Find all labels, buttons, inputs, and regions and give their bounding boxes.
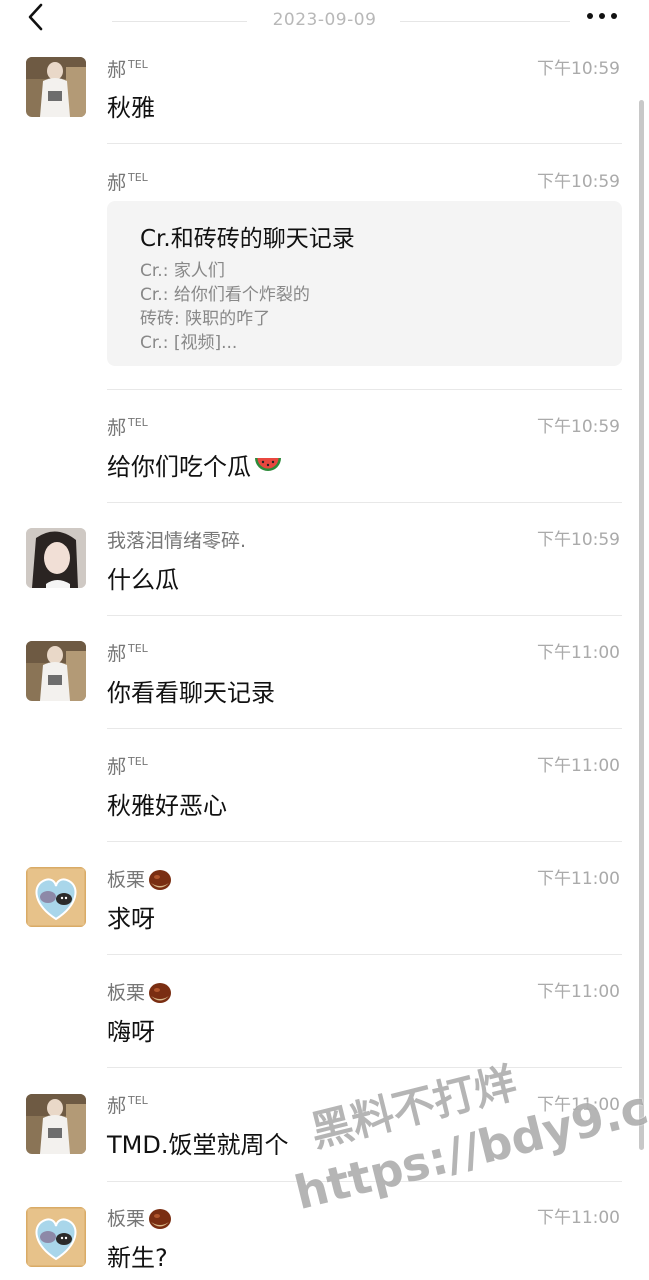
divider bbox=[107, 954, 622, 955]
message-text: 你看看聊天记录 bbox=[107, 679, 275, 707]
watermark-line-1: 黑料不打烊 bbox=[305, 1058, 522, 1157]
divider bbox=[107, 143, 622, 144]
sender-suffix: TEL bbox=[128, 642, 148, 655]
chat-record-line: Cr.: 给你们看个炸裂的 bbox=[140, 285, 310, 305]
avatar-hao[interactable] bbox=[26, 1094, 86, 1154]
chat-record-line: 砖砖: 陕职的咋了 bbox=[140, 309, 271, 329]
divider bbox=[107, 841, 622, 842]
chat-record-title: Cr.和砖砖的聊天记录 bbox=[140, 226, 355, 252]
avatar-cartoon[interactable] bbox=[26, 867, 86, 927]
divider bbox=[400, 21, 570, 22]
divider bbox=[107, 728, 622, 729]
chestnut-icon bbox=[149, 982, 172, 1003]
sender-name: 郝 TEL bbox=[107, 639, 148, 666]
sender-suffix: TEL bbox=[128, 58, 148, 71]
sender-suffix: TEL bbox=[128, 416, 148, 429]
message-time: 下午11:00 bbox=[537, 643, 620, 663]
message-time: 下午11:00 bbox=[537, 869, 620, 889]
chat-record-line: Cr.: 家人们 bbox=[140, 261, 225, 281]
watermelon-icon bbox=[255, 457, 281, 471]
message-time: 下午10:59 bbox=[537, 59, 620, 79]
divider bbox=[107, 389, 622, 390]
sender-name: 板栗 bbox=[107, 1204, 173, 1231]
message-text: 新生? bbox=[107, 1244, 168, 1272]
sender-name: 板栗 bbox=[107, 978, 173, 1005]
message-text: 求呀 bbox=[107, 905, 155, 933]
sender-name: 郝 TEL bbox=[107, 1091, 148, 1118]
message-text: 秋雅 bbox=[107, 94, 155, 122]
scrollbar[interactable] bbox=[639, 100, 644, 1150]
divider bbox=[107, 502, 622, 503]
sender-label: 郝 bbox=[107, 756, 127, 778]
avatar-cartoon[interactable] bbox=[26, 1207, 86, 1267]
sender-name: 我落泪情绪零碎. bbox=[107, 530, 247, 552]
avatar-girl[interactable] bbox=[26, 528, 86, 588]
sender-label: 郝 bbox=[107, 172, 127, 194]
date-label: 2023-09-09 bbox=[272, 10, 377, 30]
sender-label: 板栗 bbox=[107, 982, 146, 1004]
sender-label: 郝 bbox=[107, 59, 127, 81]
avatar-hao[interactable] bbox=[26, 57, 86, 117]
message-text: 嗨呀 bbox=[107, 1018, 155, 1046]
sender-label: 郝 bbox=[107, 643, 127, 665]
sender-name: 郝 TEL bbox=[107, 55, 148, 82]
sender-name: 板栗 bbox=[107, 865, 173, 892]
more-dots-icon[interactable] bbox=[582, 6, 622, 26]
chat-record-card[interactable]: Cr.和砖砖的聊天记录 Cr.: 家人们 Cr.: 给你们看个炸裂的 砖砖: 陕… bbox=[107, 201, 622, 366]
message-text: 什么瓜 bbox=[107, 566, 179, 594]
message-text: TMD.饭堂就周个 bbox=[107, 1131, 289, 1159]
sender-label: 郝 bbox=[107, 1095, 127, 1117]
message-time: 下午10:59 bbox=[537, 417, 620, 437]
message-time: 下午10:59 bbox=[537, 530, 620, 550]
sender-label: 板栗 bbox=[107, 869, 146, 891]
divider bbox=[107, 1067, 622, 1068]
sender-label: 板栗 bbox=[107, 1208, 146, 1230]
sender-suffix: TEL bbox=[128, 171, 148, 184]
chestnut-icon bbox=[149, 869, 172, 890]
avatar-hao[interactable] bbox=[26, 641, 86, 701]
sender-name: 郝 TEL bbox=[107, 168, 148, 195]
message-text-content: 给你们吃个瓜 bbox=[107, 453, 251, 481]
sender-suffix: TEL bbox=[128, 1094, 148, 1107]
chat-record-line: Cr.: [视频]... bbox=[140, 333, 238, 353]
message-text: 秋雅好恶心 bbox=[107, 792, 227, 820]
sender-label: 郝 bbox=[107, 417, 127, 439]
message-text: 给你们吃个瓜 bbox=[107, 447, 283, 482]
divider bbox=[107, 615, 622, 616]
top-bar: 2023-09-09 bbox=[0, 0, 649, 44]
message-time: 下午11:00 bbox=[537, 1095, 620, 1115]
chestnut-icon bbox=[149, 1208, 172, 1229]
message-time: 下午11:00 bbox=[537, 1208, 620, 1228]
message-time: 下午10:59 bbox=[537, 172, 620, 192]
sender-name: 郝 TEL bbox=[107, 413, 148, 440]
message-time: 下午11:00 bbox=[537, 982, 620, 1002]
divider bbox=[107, 1181, 622, 1182]
sender-suffix: TEL bbox=[128, 755, 148, 768]
message-time: 下午11:00 bbox=[537, 756, 620, 776]
sender-name: 郝 TEL bbox=[107, 752, 148, 779]
